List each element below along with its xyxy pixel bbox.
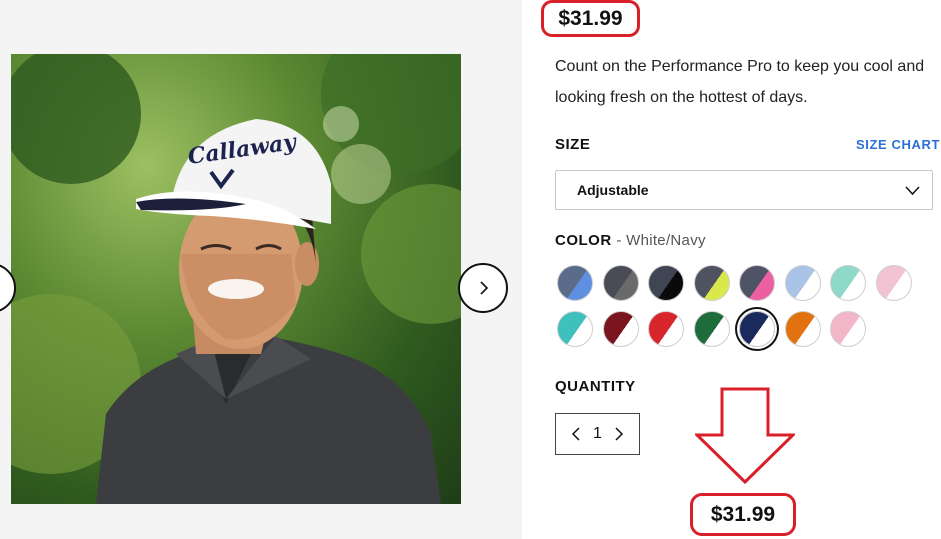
- color-swatch[interactable]: [693, 265, 730, 301]
- size-chart-link[interactable]: SIZE CHART: [856, 137, 940, 152]
- size-selected-value: Adjustable: [577, 182, 649, 198]
- color-label-text: COLOR: [555, 232, 612, 249]
- size-dropdown[interactable]: Adjustable: [555, 170, 933, 210]
- color-label: COLOR - White/Navy: [555, 232, 706, 249]
- chevron-right-icon: [480, 281, 489, 295]
- color-swatch[interactable]: [602, 311, 639, 347]
- color-swatch[interactable]: [830, 265, 866, 301]
- product-gallery: Callaway: [0, 0, 522, 539]
- color-swatch[interactable]: [648, 265, 684, 301]
- color-swatch[interactable]: [557, 265, 593, 301]
- product-description: Count on the Performance Pro to keep you…: [555, 58, 925, 106]
- color-swatch[interactable]: [648, 311, 684, 347]
- down-arrow-icon: [695, 387, 795, 485]
- color-swatch[interactable]: [602, 265, 639, 301]
- quantity-label: QUANTITY: [555, 378, 636, 395]
- color-swatch[interactable]: [830, 311, 866, 347]
- chevron-down-icon: [905, 186, 920, 196]
- color-swatch[interactable]: [693, 311, 730, 347]
- color-swatch[interactable]: [739, 265, 775, 301]
- quantity-decrease-button[interactable]: [570, 427, 582, 441]
- size-label: SIZE: [555, 136, 591, 153]
- color-swatch[interactable]: [784, 265, 821, 301]
- chevron-left-icon: [571, 427, 580, 441]
- quantity-stepper[interactable]: 1: [555, 413, 640, 455]
- annotation-price: $31.99: [690, 493, 796, 536]
- color-swatch[interactable]: [875, 265, 912, 301]
- chevron-right-icon: [615, 427, 624, 441]
- product-image: Callaway: [11, 54, 461, 504]
- quantity-value: 1: [593, 425, 602, 442]
- next-image-button[interactable]: [458, 263, 508, 313]
- product-price: $31.99: [541, 0, 640, 37]
- quantity-increase-button[interactable]: [613, 427, 625, 441]
- product-page: Callaway $31.99 Count on the Performance…: [0, 0, 941, 539]
- color-selected-name: - White/Navy: [616, 232, 706, 249]
- color-swatch[interactable]: [784, 311, 821, 347]
- color-swatch[interactable]: [557, 311, 593, 347]
- color-swatch[interactable]: [739, 311, 775, 347]
